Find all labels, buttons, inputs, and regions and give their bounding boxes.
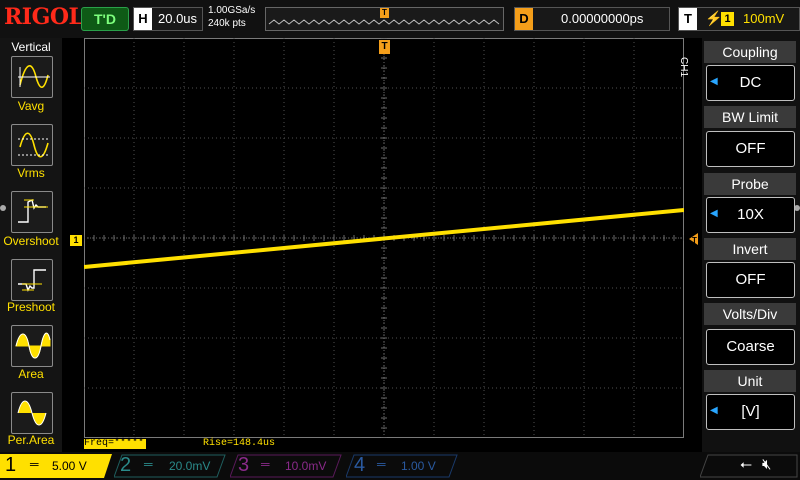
vavg-button[interactable] bbox=[11, 56, 53, 98]
ch3-scale: 10.0mV bbox=[285, 459, 327, 473]
preshoot-button[interactable] bbox=[11, 259, 53, 301]
sample-rate: 1.00GSa/s bbox=[208, 5, 256, 16]
area-label: Area bbox=[18, 367, 44, 381]
vavg-label: Vavg bbox=[17, 99, 45, 113]
ch2-tab[interactable]: 2 ═ 20.0mV bbox=[114, 454, 226, 478]
memory-overview-strip[interactable]: T bbox=[265, 7, 504, 31]
delay-value: 0.00000000ps bbox=[561, 11, 644, 26]
channel-menu-title: CH1 bbox=[678, 57, 689, 78]
preshoot-icon bbox=[18, 269, 46, 292]
speaker-muted-icon[interactable]: 🔇︎ bbox=[762, 456, 771, 473]
ch1-number: 1 bbox=[5, 454, 17, 476]
volts-div-header: Volts/Div bbox=[704, 303, 796, 325]
bw-limit-header: BW Limit bbox=[704, 106, 796, 128]
vrms-icon bbox=[18, 132, 50, 158]
invert-value: OFF bbox=[735, 271, 766, 288]
ch3-tab[interactable]: 3 ═ 10.0mV bbox=[230, 454, 342, 478]
horizontal-key-label: H bbox=[134, 8, 152, 30]
ch2-number: 2 bbox=[120, 454, 132, 476]
memory-depth: 240k pts bbox=[208, 18, 246, 29]
invert-header: Invert bbox=[704, 238, 796, 260]
ch4-coupling-icon: ═ bbox=[377, 457, 386, 471]
ch1-scale: 5.00 V bbox=[52, 459, 87, 473]
probe-header: Probe bbox=[704, 173, 796, 195]
bw-limit-option[interactable]: OFF bbox=[706, 131, 795, 167]
trigger-key-label: T bbox=[679, 8, 697, 30]
vrms-button[interactable] bbox=[11, 124, 53, 166]
usb-icon: ⭠ bbox=[740, 456, 753, 473]
overshoot-button[interactable] bbox=[11, 191, 53, 233]
ch3-number: 3 bbox=[238, 454, 250, 476]
memory-trigger-marker: T bbox=[380, 8, 389, 18]
measurement-freq: Freq=***** bbox=[84, 438, 146, 449]
ch4-number: 4 bbox=[354, 454, 366, 476]
trigger-level-value: 100mV bbox=[743, 11, 785, 26]
vavg-icon bbox=[18, 65, 50, 89]
probe-value: 10X bbox=[737, 206, 764, 223]
probe-option[interactable]: ◀ 10X bbox=[706, 197, 795, 233]
measurement-side-panel: Vertical Vavg Vrms Overshoot Preshoot Ar… bbox=[0, 38, 62, 452]
panel-title: Vertical bbox=[11, 40, 51, 54]
coupling-option[interactable]: ◀ DC bbox=[706, 65, 795, 101]
measurement-rise: Rise=148.4us bbox=[203, 438, 276, 449]
trigger-source-badge: 1 bbox=[721, 12, 734, 26]
panel-scroll-indicator-left bbox=[0, 205, 6, 211]
preshoot-label: Preshoot bbox=[6, 300, 56, 314]
trigger-position-marker[interactable]: T bbox=[379, 40, 390, 54]
svg-text:T: T bbox=[692, 236, 697, 245]
coupling-header: Coupling bbox=[704, 41, 796, 63]
ch4-scale: 1.00 V bbox=[401, 459, 436, 473]
rigol-logo: RIGOL bbox=[4, 4, 84, 30]
ch1-offset-marker[interactable]: 1 bbox=[70, 235, 82, 246]
per-area-button[interactable] bbox=[11, 392, 53, 434]
ch4-tab[interactable]: 4 ═ 1.00 V bbox=[346, 454, 458, 478]
ch1-coupling-icon: ═ bbox=[30, 457, 39, 471]
bw-limit-value: OFF bbox=[735, 140, 766, 157]
per-area-label: Per.Area bbox=[7, 433, 55, 447]
vrms-label: Vrms bbox=[17, 166, 45, 180]
volts-div-option[interactable]: Coarse bbox=[706, 329, 795, 365]
trigger-box[interactable]: T ⚡ 1 100mV bbox=[678, 7, 800, 31]
coupling-value: DC bbox=[739, 74, 762, 91]
area-button[interactable] bbox=[11, 325, 53, 367]
horizontal-timebase-box[interactable]: H 20.0us bbox=[133, 7, 203, 31]
ch2-scale: 20.0mV bbox=[169, 459, 211, 473]
per-area-icon bbox=[17, 400, 47, 426]
timebase-value: 20.0us bbox=[158, 11, 198, 26]
overshoot-icon bbox=[18, 198, 48, 223]
trigger-edge-icon: ⚡ bbox=[705, 10, 723, 26]
trigger-level-arrow-icon: T bbox=[689, 233, 698, 245]
ch3-coupling-icon: ═ bbox=[261, 457, 270, 471]
area-icon bbox=[15, 332, 51, 359]
unit-header: Unit bbox=[704, 370, 796, 392]
waveform-display[interactable] bbox=[84, 38, 684, 438]
delay-key-label: D bbox=[515, 8, 533, 30]
delay-box[interactable]: D 0.00000000ps bbox=[514, 7, 670, 31]
unit-option[interactable]: ◀ [V] bbox=[706, 394, 795, 430]
unit-value: [V] bbox=[741, 403, 760, 420]
run-status-badge[interactable]: T'D bbox=[81, 7, 129, 31]
ch1-tab[interactable]: 1 ═ 5.00 V bbox=[0, 454, 112, 478]
ch2-coupling-icon: ═ bbox=[144, 457, 153, 471]
invert-option[interactable]: OFF bbox=[706, 262, 795, 298]
trigger-level-marker[interactable]: T bbox=[686, 233, 698, 245]
system-status-area: ⭠ 🔇︎ bbox=[700, 454, 798, 478]
volts-div-value: Coarse bbox=[726, 338, 775, 355]
overshoot-label: Overshoot bbox=[3, 234, 59, 248]
